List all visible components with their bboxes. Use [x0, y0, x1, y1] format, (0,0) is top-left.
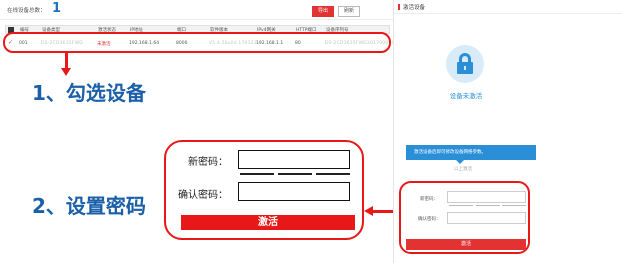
confirm-password-label: 确认密码：	[178, 190, 228, 201]
confirm-password-label: 确认密码：	[418, 217, 441, 222]
tooltip-pointer	[456, 160, 464, 164]
selected-row-highlight	[3, 32, 391, 53]
step2-annotation: 2、设置密码	[32, 194, 146, 218]
activate-device-panel: 激活设备 设备未激活 激活设备后即可修改设备网络参数。 以上激活 新密码： 确认…	[393, 0, 622, 263]
activate-button[interactable]: 激活	[406, 239, 526, 250]
password-strength-bar	[316, 173, 350, 175]
password-strength-bar	[502, 205, 526, 206]
export-button[interactable]: 导出	[312, 6, 334, 17]
new-password-label: 新密码：	[188, 157, 228, 168]
new-password-field[interactable]	[238, 150, 350, 169]
online-count-value: 1	[52, 1, 62, 16]
arrow-down-icon	[61, 52, 72, 78]
password-strength-bar	[278, 173, 312, 175]
panel-title: 激活设备	[403, 5, 426, 11]
header-accent-bar	[398, 4, 400, 10]
device-status-text: 设备未激活	[449, 92, 483, 100]
panel-header: 激活设备	[394, 0, 622, 14]
confirm-password-field[interactable]	[238, 182, 350, 201]
password-strength-bar	[476, 205, 500, 206]
step1-annotation: 1、勾选设备	[32, 81, 146, 105]
new-password-field[interactable]	[447, 191, 526, 203]
device-list-toolbar: 在线设备总数： 1 导出 刷新	[0, 0, 393, 20]
online-count-label: 在线设备总数：	[7, 8, 46, 14]
lock-icon	[446, 45, 484, 83]
password-strength-bar	[240, 173, 274, 175]
info-tooltip: 激活设备后即可修改设备网络参数。	[406, 145, 536, 160]
zoomed-password-form: 新密码： 确认密码： 激活	[164, 140, 364, 240]
password-strength-bar	[449, 205, 473, 206]
refresh-button[interactable]: 刷新	[338, 6, 360, 17]
activate-button[interactable]: 激活	[181, 215, 355, 230]
sub-link[interactable]: 以上激活	[454, 166, 472, 172]
new-password-label: 新密码：	[420, 197, 438, 202]
confirm-password-field[interactable]	[447, 212, 526, 224]
